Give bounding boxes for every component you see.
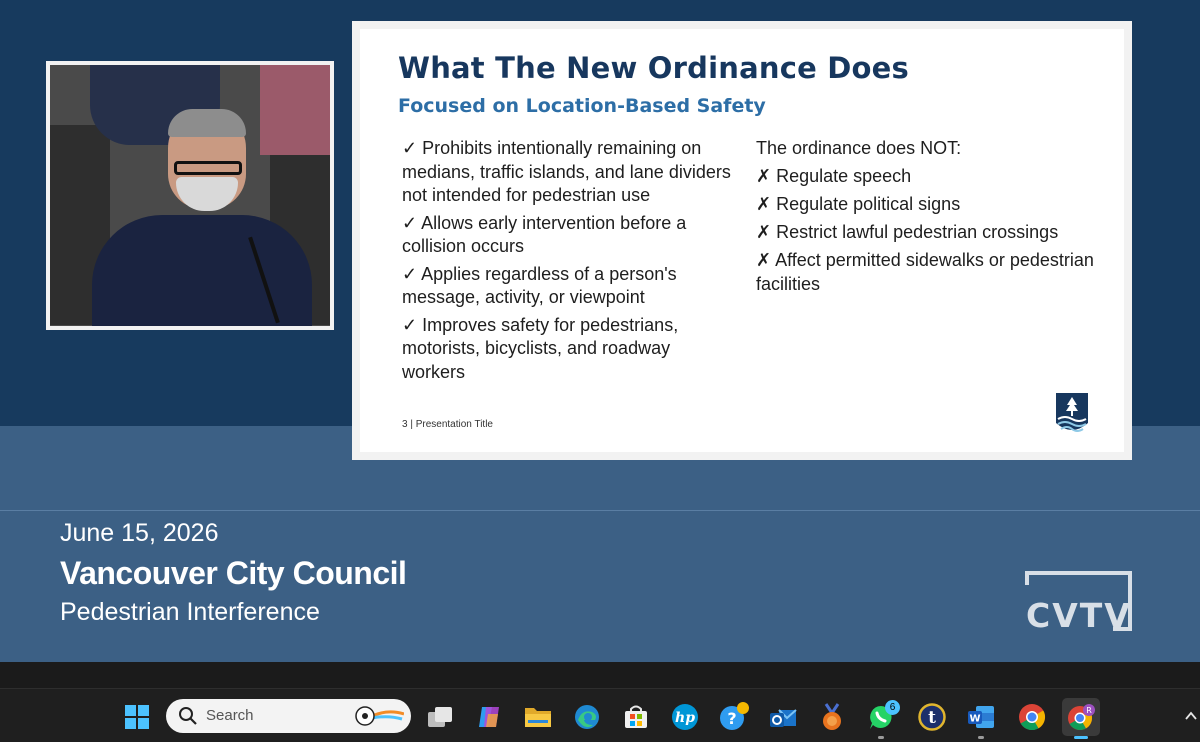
ordinance-does-item: ✓ Applies regardless of a person's messa… bbox=[402, 263, 677, 308]
ordinance-does-not-item: ✗ Affect permitted sidewalks or pedestri… bbox=[756, 250, 1094, 294]
edge-icon bbox=[575, 705, 599, 729]
outlook-button[interactable] bbox=[764, 698, 802, 736]
folder-icon bbox=[525, 708, 551, 727]
running-indicator bbox=[878, 736, 884, 739]
slide-left-column: ✓ Prohibits intentionally remaining on m… bbox=[402, 137, 732, 388]
video-player: What The New Ordinance Does Focused on L… bbox=[0, 0, 1200, 662]
speaker-beard bbox=[176, 177, 238, 211]
ordinance-does-not-item: ✗ Regulate speech bbox=[756, 166, 912, 186]
chevron-up-icon[interactable] bbox=[1184, 709, 1198, 723]
start-button[interactable] bbox=[118, 698, 156, 736]
broadcast-topic: Pedestrian Interference bbox=[60, 598, 320, 626]
svg-text:hp: hp bbox=[675, 710, 695, 726]
speaker-glasses bbox=[174, 161, 242, 175]
whatsapp-unread-badge: 6 bbox=[885, 700, 900, 715]
ordinance-does-item: ✓ Allows early intervention before a col… bbox=[402, 212, 687, 257]
copilot-button[interactable] bbox=[470, 698, 508, 736]
task-view-button[interactable] bbox=[421, 698, 459, 736]
ordinance-does-not-item: ✗ Regulate political signs bbox=[756, 194, 961, 214]
hp-app-button[interactable]: hp bbox=[666, 698, 704, 736]
screen-gap bbox=[0, 662, 1200, 688]
speaker-hair bbox=[168, 109, 246, 137]
chrome-profile-icon: R bbox=[1068, 704, 1095, 731]
background-person bbox=[260, 65, 330, 155]
task-view-icon bbox=[428, 707, 452, 727]
orange-app-button[interactable] bbox=[813, 698, 851, 736]
presentation-slide: What The New Ordinance Does Focused on L… bbox=[352, 21, 1132, 460]
chrome-profile-button[interactable]: R bbox=[1062, 698, 1100, 739]
whatsapp-button[interactable]: 6 bbox=[862, 698, 900, 739]
slide-subtitle: Focused on Location-Based Safety bbox=[398, 95, 766, 117]
microsoft-store-button[interactable] bbox=[617, 698, 655, 736]
word-button[interactable]: W bbox=[962, 698, 1000, 739]
ordinance-does-not-item: ✗ Restrict lawful pedestrian crossings bbox=[756, 222, 1059, 242]
broadcast-date: June 15, 2026 bbox=[60, 519, 219, 547]
t-logo-icon: t bbox=[918, 703, 946, 731]
lower-third-divider bbox=[0, 510, 1200, 511]
search-label: Search bbox=[206, 707, 254, 724]
outlook-icon bbox=[770, 709, 797, 727]
slide-title: What The New Ordinance Does bbox=[398, 51, 909, 85]
slide-content: What The New Ordinance Does Focused on L… bbox=[360, 29, 1124, 452]
running-indicator bbox=[978, 736, 984, 739]
slide-right-column: The ordinance does NOT: ✗ Regulate speec… bbox=[756, 137, 1116, 301]
cvtv-logo-text: CVTV bbox=[1026, 596, 1132, 631]
profile-initial: R bbox=[1086, 706, 1092, 715]
medal-icon bbox=[823, 703, 841, 730]
speaker-body bbox=[92, 215, 312, 326]
search-highlight-soccer-icon bbox=[355, 706, 404, 726]
speaker-camera-feed bbox=[46, 61, 334, 330]
file-explorer-button[interactable] bbox=[519, 698, 557, 736]
ordinance-does-item: ✓ Improves safety for pedestrians, motor… bbox=[402, 314, 679, 382]
copilot-icon bbox=[479, 707, 499, 727]
get-help-button[interactable]: ? bbox=[715, 698, 753, 736]
taskbar: Search hp ? 6 t W R bbox=[0, 688, 1200, 742]
speaker-video bbox=[50, 65, 330, 326]
svg-text:t: t bbox=[928, 708, 936, 728]
slide-footer: 3 | Presentation Title bbox=[402, 419, 493, 430]
svg-text:W: W bbox=[969, 714, 980, 725]
svg-text:?: ? bbox=[727, 709, 736, 728]
cvtv-logo: CVTV bbox=[1025, 571, 1132, 631]
edge-browser-button[interactable] bbox=[568, 698, 606, 736]
city-logo-icon bbox=[1056, 393, 1088, 432]
taskbar-search-box[interactable]: Search bbox=[166, 699, 411, 733]
search-icon bbox=[179, 707, 197, 725]
store-bag-icon bbox=[625, 705, 647, 728]
help-icon: ? bbox=[720, 702, 749, 730]
hp-logo-icon: hp bbox=[672, 704, 698, 730]
chrome-button[interactable] bbox=[1013, 698, 1051, 736]
t-app-button[interactable]: t bbox=[913, 698, 951, 736]
active-indicator bbox=[1074, 736, 1088, 739]
ordinance-does-not-heading: The ordinance does NOT: bbox=[756, 138, 962, 158]
ordinance-does-item: ✓ Prohibits intentionally remaining on m… bbox=[402, 138, 731, 205]
word-icon: W bbox=[968, 706, 994, 728]
chrome-icon bbox=[1019, 704, 1046, 731]
broadcast-title: Vancouver City Council bbox=[60, 555, 407, 591]
windows-logo-icon bbox=[125, 705, 149, 729]
